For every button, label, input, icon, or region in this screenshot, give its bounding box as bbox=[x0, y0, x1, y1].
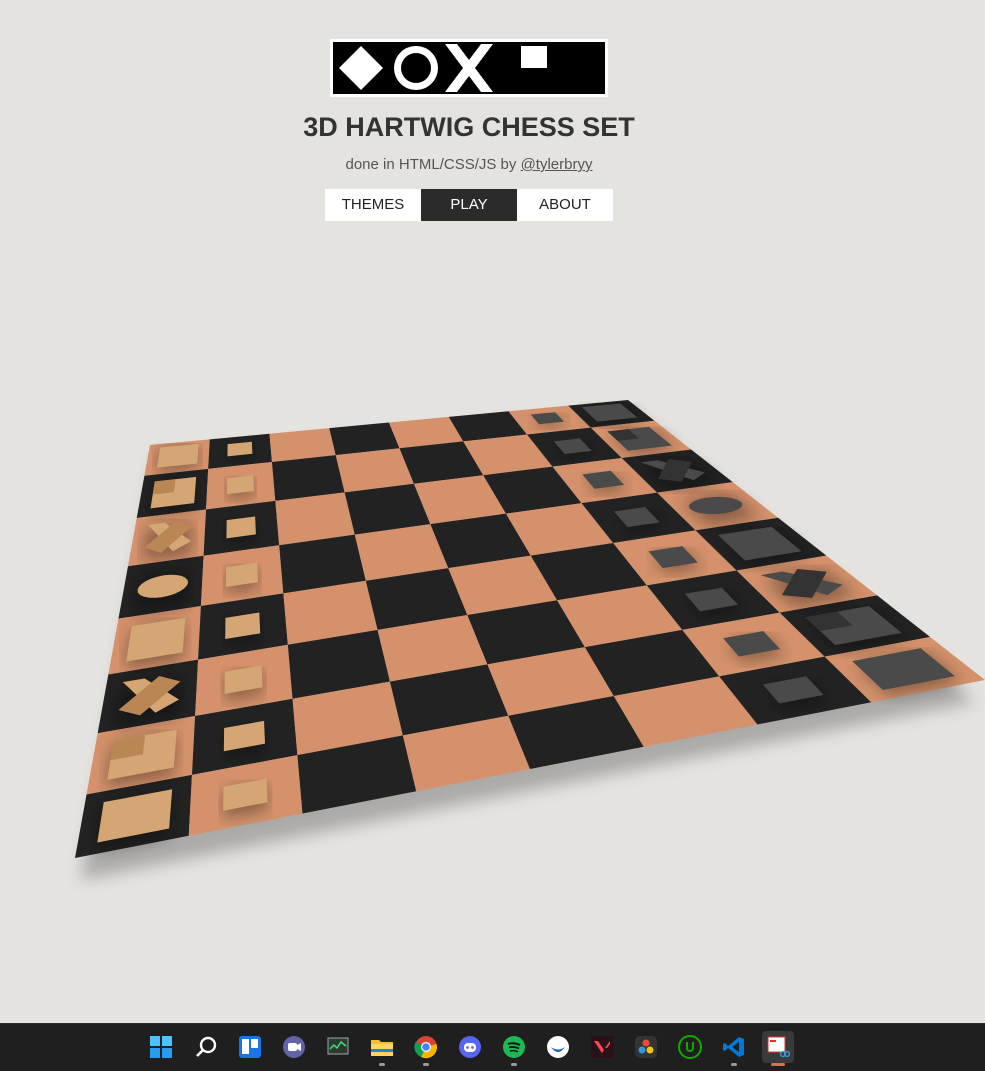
chrome-icon[interactable] bbox=[410, 1031, 442, 1066]
snipping-tool-icon[interactable] bbox=[762, 1031, 794, 1066]
themes-button[interactable]: THEMES bbox=[325, 189, 421, 221]
play-button[interactable]: PLAY bbox=[421, 189, 517, 221]
upwork-icon[interactable] bbox=[674, 1031, 706, 1063]
taskbar bbox=[0, 1023, 985, 1071]
about-button[interactable]: ABOUT bbox=[517, 189, 613, 221]
task-monitor-icon[interactable] bbox=[322, 1031, 354, 1063]
vscode-icon[interactable] bbox=[718, 1031, 750, 1066]
davinci-resolve-icon[interactable] bbox=[630, 1031, 662, 1063]
teams-chat-icon[interactable] bbox=[278, 1031, 310, 1063]
page-title: 3D HARTWIG CHESS SET bbox=[303, 112, 635, 142]
light-rook-piece[interactable] bbox=[156, 443, 199, 473]
light-pawn-piece[interactable] bbox=[226, 475, 255, 500]
light-knight-piece[interactable] bbox=[149, 476, 197, 514]
page-subtitle: done in HTML/CSS/JS by @tylerbryy bbox=[0, 156, 938, 173]
light-pawn-piece[interactable] bbox=[225, 612, 261, 646]
file-explorer-icon[interactable] bbox=[366, 1031, 398, 1066]
bereal-icon[interactable] bbox=[542, 1031, 574, 1063]
subtitle-text: done in HTML/CSS/JS by bbox=[345, 156, 521, 173]
discord-icon[interactable] bbox=[454, 1031, 486, 1063]
chess-board-view bbox=[0, 380, 985, 900]
search-icon[interactable] bbox=[190, 1031, 222, 1063]
main-nav: THEMES PLAY ABOUT bbox=[325, 189, 613, 221]
light-pawn-piece[interactable] bbox=[227, 441, 253, 461]
piece-notch bbox=[152, 479, 176, 495]
light-pawn-piece[interactable] bbox=[225, 562, 259, 594]
piece-body bbox=[226, 475, 254, 495]
spotify-icon[interactable] bbox=[498, 1031, 530, 1066]
windows-start-icon[interactable] bbox=[145, 1031, 177, 1063]
hartwig-logo bbox=[330, 39, 608, 97]
chess-board[interactable] bbox=[0, 380, 985, 900]
valorant-icon[interactable] bbox=[586, 1031, 618, 1063]
trello-icon[interactable] bbox=[234, 1031, 266, 1063]
light-pawn-piece[interactable] bbox=[226, 516, 257, 544]
author-link[interactable]: @tylerbryy bbox=[521, 156, 593, 173]
